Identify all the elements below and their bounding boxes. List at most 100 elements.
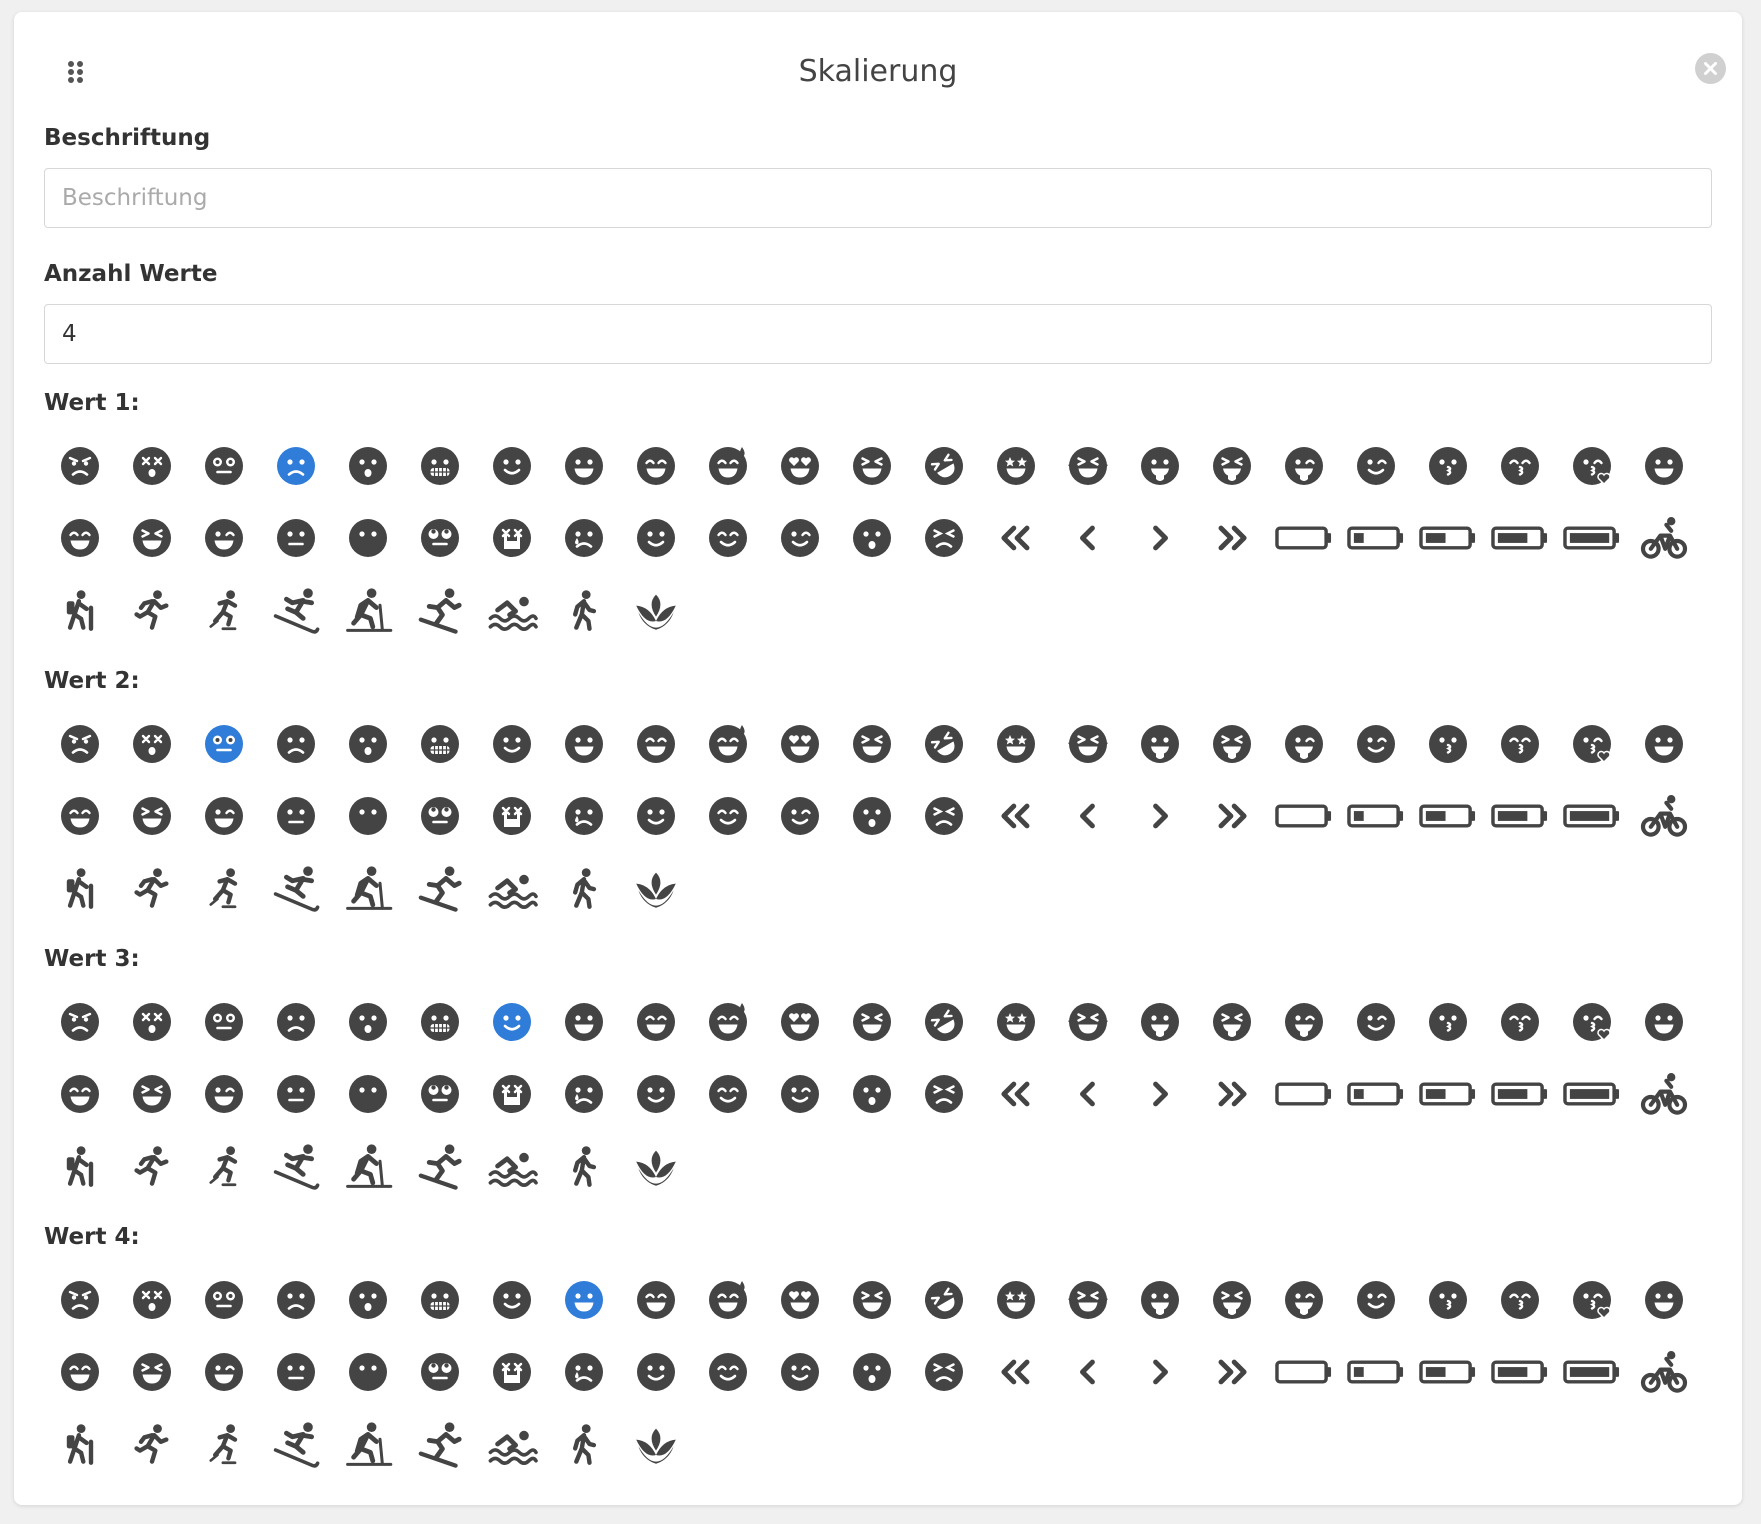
face-sad-cry-icon[interactable] <box>476 1336 548 1408</box>
face-laugh-beam-icon[interactable] <box>44 502 116 574</box>
battery-empty-icon[interactable] <box>1268 1058 1340 1130</box>
face-angry-icon[interactable] <box>44 430 116 502</box>
skiing-nordic-icon[interactable] <box>332 852 404 924</box>
hiking-icon[interactable] <box>44 852 116 924</box>
face-tired-icon[interactable] <box>908 1336 980 1408</box>
caption-input[interactable] <box>44 168 1712 228</box>
spa-icon[interactable] <box>620 574 692 646</box>
face-smile-icon[interactable] <box>476 1264 548 1336</box>
face-kiss-wink-heart-icon[interactable] <box>1556 986 1628 1058</box>
angle-right-icon[interactable] <box>1124 780 1196 852</box>
face-smile-simple-icon[interactable] <box>620 1336 692 1408</box>
battery-full-icon[interactable] <box>1556 1058 1628 1130</box>
spa-icon[interactable] <box>620 1130 692 1202</box>
face-grin-stars-icon[interactable] <box>980 430 1052 502</box>
face-sad-cry-icon[interactable] <box>476 1058 548 1130</box>
angles-left-icon[interactable] <box>980 780 1052 852</box>
face-grin-icon[interactable] <box>548 1264 620 1336</box>
face-grin-tongue-wink-icon[interactable] <box>1268 708 1340 780</box>
face-grin-tongue-icon[interactable] <box>1124 430 1196 502</box>
skiing-nordic-icon[interactable] <box>332 1408 404 1480</box>
angle-left-icon[interactable] <box>1052 780 1124 852</box>
face-kiss-icon[interactable] <box>1412 1264 1484 1336</box>
face-rolling-laughing-icon[interactable] <box>908 986 980 1058</box>
angles-right-icon[interactable] <box>1196 780 1268 852</box>
battery-empty-icon[interactable] <box>1268 502 1340 574</box>
face-laugh-beam-icon[interactable] <box>44 780 116 852</box>
angles-right-icon[interactable] <box>1196 502 1268 574</box>
walking-icon[interactable] <box>548 574 620 646</box>
face-meh-icon[interactable] <box>260 1336 332 1408</box>
face-grin-tongue-squint-icon[interactable] <box>1196 986 1268 1058</box>
running-icon[interactable] <box>116 1408 188 1480</box>
face-kiss-wink-heart-icon[interactable] <box>1556 1264 1628 1336</box>
face-laugh-tears-icon[interactable] <box>1052 986 1124 1058</box>
battery-quarter-icon[interactable] <box>1340 1336 1412 1408</box>
face-grin-beam-icon[interactable] <box>620 430 692 502</box>
face-grimace-icon[interactable] <box>404 708 476 780</box>
battery-three-quarters-icon[interactable] <box>1484 1058 1556 1130</box>
face-grin-wink-icon[interactable] <box>1340 986 1412 1058</box>
face-dizzy-icon[interactable] <box>116 708 188 780</box>
skiing-icon[interactable] <box>260 574 332 646</box>
battery-three-quarters-icon[interactable] <box>1484 780 1556 852</box>
face-rolling-eyes-icon[interactable] <box>404 1058 476 1130</box>
face-angry-icon[interactable] <box>44 708 116 780</box>
face-kiss-beam-icon[interactable] <box>1484 708 1556 780</box>
face-grin-hearts-icon[interactable] <box>764 430 836 502</box>
swimming-icon[interactable] <box>476 1408 548 1480</box>
face-surprise-icon[interactable] <box>836 1336 908 1408</box>
face-sad-tear-icon[interactable] <box>548 502 620 574</box>
face-smile-icon[interactable] <box>476 986 548 1058</box>
skating-icon[interactable] <box>188 574 260 646</box>
face-meh-blank-icon[interactable] <box>332 780 404 852</box>
walking-icon[interactable] <box>548 1408 620 1480</box>
angle-left-icon[interactable] <box>1052 1058 1124 1130</box>
face-kiss-wink-heart-icon[interactable] <box>1556 430 1628 502</box>
face-laugh-icon[interactable] <box>1628 1264 1700 1336</box>
face-meh-icon[interactable] <box>260 502 332 574</box>
face-grin-beam-sweat-icon[interactable] <box>692 708 764 780</box>
angles-right-icon[interactable] <box>1196 1336 1268 1408</box>
face-smile-wink-icon[interactable] <box>764 780 836 852</box>
face-smile-simple-icon[interactable] <box>620 780 692 852</box>
face-grin-beam-icon[interactable] <box>620 708 692 780</box>
battery-half-icon[interactable] <box>1412 502 1484 574</box>
face-laugh-beam-icon[interactable] <box>44 1058 116 1130</box>
bicycle-icon[interactable] <box>1628 1336 1700 1408</box>
angle-right-icon[interactable] <box>1124 502 1196 574</box>
running-icon[interactable] <box>116 852 188 924</box>
face-surprise-icon[interactable] <box>836 780 908 852</box>
face-laugh-icon[interactable] <box>1628 708 1700 780</box>
face-laugh-squint-icon[interactable] <box>116 502 188 574</box>
face-grin-wink-icon[interactable] <box>1340 1264 1412 1336</box>
face-laugh-squint-icon[interactable] <box>116 1058 188 1130</box>
face-frown-open-icon[interactable] <box>332 430 404 502</box>
face-grimace-icon[interactable] <box>404 1264 476 1336</box>
battery-full-icon[interactable] <box>1556 1336 1628 1408</box>
face-flushed-icon[interactable] <box>188 1264 260 1336</box>
face-meh-blank-icon[interactable] <box>332 1058 404 1130</box>
face-grin-hearts-icon[interactable] <box>764 708 836 780</box>
snowboarding-icon[interactable] <box>404 1408 476 1480</box>
swimming-icon[interactable] <box>476 574 548 646</box>
battery-half-icon[interactable] <box>1412 1336 1484 1408</box>
face-frown-open-icon[interactable] <box>332 708 404 780</box>
battery-quarter-icon[interactable] <box>1340 502 1412 574</box>
skiing-nordic-icon[interactable] <box>332 574 404 646</box>
angle-left-icon[interactable] <box>1052 502 1124 574</box>
face-smile-wink-icon[interactable] <box>764 1336 836 1408</box>
face-grin-tongue-icon[interactable] <box>1124 986 1196 1058</box>
battery-three-quarters-icon[interactable] <box>1484 1336 1556 1408</box>
face-laugh-wink-icon[interactable] <box>188 1336 260 1408</box>
face-sad-tear-icon[interactable] <box>548 1058 620 1130</box>
face-frown-open-icon[interactable] <box>332 986 404 1058</box>
swimming-icon[interactable] <box>476 852 548 924</box>
close-button[interactable] <box>1695 53 1726 84</box>
face-grin-icon[interactable] <box>548 430 620 502</box>
skating-icon[interactable] <box>188 852 260 924</box>
face-laugh-squint-icon[interactable] <box>116 1336 188 1408</box>
angles-left-icon[interactable] <box>980 1058 1052 1130</box>
running-icon[interactable] <box>116 1130 188 1202</box>
hiking-icon[interactable] <box>44 574 116 646</box>
